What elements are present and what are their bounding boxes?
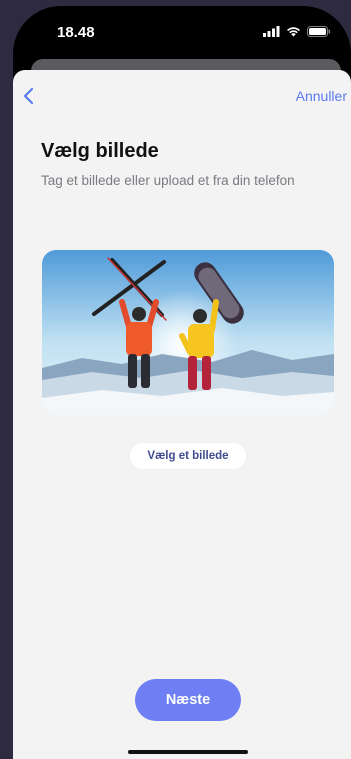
status-time: 18.48 xyxy=(57,24,95,41)
next-button[interactable]: Næste xyxy=(135,679,241,721)
wifi-icon xyxy=(287,27,300,37)
ski-photo-illustration xyxy=(42,250,334,415)
chevron-left-icon xyxy=(23,87,34,105)
ski-photo xyxy=(42,250,334,415)
nav-bar: Annuller xyxy=(13,70,351,122)
status-bar: 18.48 xyxy=(13,6,351,62)
signal-icon xyxy=(263,26,280,37)
cancel-button[interactable]: Annuller xyxy=(296,88,347,104)
status-icons xyxy=(263,26,331,37)
page-title: Vælg billede xyxy=(41,140,159,162)
page-subtitle: Tag et billede eller upload et fra din t… xyxy=(41,173,295,188)
back-button[interactable] xyxy=(17,84,41,108)
home-indicator xyxy=(128,750,248,754)
battery-icon xyxy=(307,26,331,37)
choose-image-button[interactable]: Vælg et billede xyxy=(130,443,246,469)
modal-sheet: Annuller Vælg billede Tag et billede ell… xyxy=(13,70,351,759)
phone-frame: 18.48 Annuller Vælg billede Tag et bille… xyxy=(13,6,351,759)
